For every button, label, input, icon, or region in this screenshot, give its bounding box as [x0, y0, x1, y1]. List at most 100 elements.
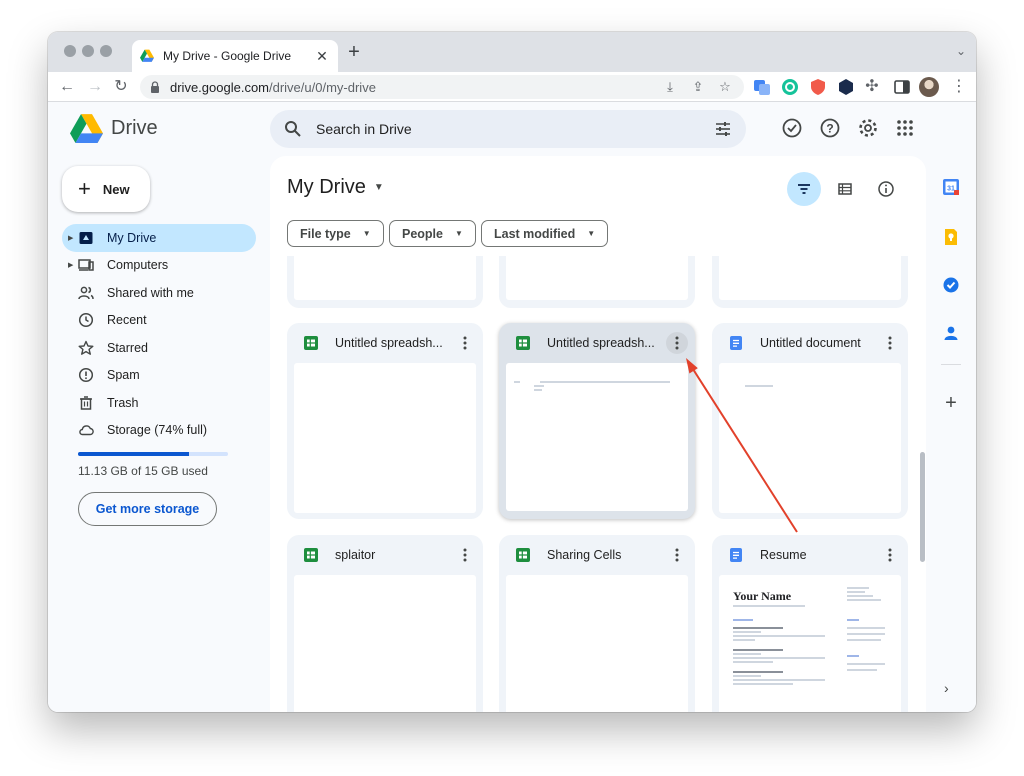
- more-actions-icon[interactable]: [454, 544, 476, 566]
- last-modified-filter-chip[interactable]: Last modified ▼: [481, 220, 609, 247]
- contacts-icon[interactable]: [942, 324, 960, 342]
- chip-label: File type: [300, 226, 351, 241]
- thumbnail-text-line: [745, 385, 773, 387]
- sidebar-item-label: My Drive: [107, 230, 157, 245]
- sidebar-item-spam[interactable]: Spam: [62, 362, 256, 390]
- file-card[interactable]: Untitled document: [712, 323, 908, 519]
- search-icon[interactable]: [284, 120, 302, 138]
- filter-view-button[interactable]: [787, 172, 821, 206]
- thumbnail-text-line: [847, 655, 859, 657]
- help-icon[interactable]: ?: [819, 117, 841, 139]
- sidebar-item-my-drive[interactable]: ▶ My Drive: [62, 224, 256, 252]
- sidebar-item-storage[interactable]: Storage (74% full): [62, 417, 256, 445]
- get-add-ons-plus-icon[interactable]: +: [942, 392, 960, 415]
- settings-gear-icon[interactable]: [857, 117, 879, 139]
- forward-arrow-icon[interactable]: →: [84, 76, 106, 98]
- tab-title: My Drive - Google Drive: [163, 49, 292, 63]
- share-icon[interactable]: ⇪: [690, 79, 706, 95]
- side-panel-icon[interactable]: [893, 78, 911, 96]
- page-title-dropdown[interactable]: My Drive ▼: [287, 176, 384, 199]
- more-actions-icon[interactable]: [666, 332, 688, 354]
- tab-close-icon[interactable]: ✕: [314, 48, 330, 65]
- file-card[interactable]: [712, 256, 908, 308]
- cube-extension-icon[interactable]: [837, 78, 855, 96]
- thumbnail-text-line: [733, 605, 805, 607]
- search-input[interactable]: Search in Drive: [316, 121, 714, 137]
- file-card-header: Untitled spreadsh...: [499, 323, 695, 363]
- zoom-window-button[interactable]: [100, 45, 112, 57]
- offline-ready-icon[interactable]: [781, 117, 803, 139]
- scrollbar-thumb[interactable]: [920, 452, 925, 562]
- file-card[interactable]: Untitled spreadsh...: [287, 323, 483, 519]
- install-app-icon[interactable]: ⤓: [662, 79, 678, 95]
- file-name: Untitled document: [760, 336, 861, 350]
- drive-logo[interactable]: Drive: [70, 114, 158, 143]
- calendar-icon[interactable]: 31: [942, 178, 960, 196]
- thumbnail-text-line: [847, 599, 881, 601]
- shield-extension-icon[interactable]: [809, 78, 827, 96]
- expand-caret-icon[interactable]: ▶: [68, 234, 73, 242]
- sheets-icon: [304, 336, 318, 350]
- browser-profile-avatar[interactable]: [919, 77, 939, 97]
- sidebar-item-trash[interactable]: Trash: [62, 389, 256, 417]
- browser-menu-icon[interactable]: ⋮: [948, 76, 970, 98]
- apps-grid-icon[interactable]: [894, 117, 916, 139]
- thumbnail-text-line: [847, 619, 859, 621]
- close-window-button[interactable]: [64, 45, 76, 57]
- file-card[interactable]: Resume Your Name: [712, 535, 908, 712]
- more-actions-icon[interactable]: [666, 544, 688, 566]
- sidebar-item-starred[interactable]: Starred: [62, 334, 256, 362]
- details-button[interactable]: [869, 172, 903, 206]
- more-actions-icon[interactable]: [454, 332, 476, 354]
- bookmark-star-icon[interactable]: ☆: [717, 79, 733, 95]
- new-button[interactable]: + New: [62, 166, 150, 212]
- more-actions-icon[interactable]: [879, 332, 901, 354]
- browser-tab[interactable]: My Drive - Google Drive ✕: [132, 40, 338, 72]
- reload-icon[interactable]: ↻: [110, 76, 132, 98]
- file-name: Resume: [760, 548, 807, 562]
- list-layout-button[interactable]: [828, 172, 862, 206]
- minimize-window-button[interactable]: [82, 45, 94, 57]
- tab-search-chevron-icon[interactable]: ⌄: [956, 44, 966, 58]
- file-card[interactable]: Sharing Cells: [499, 535, 695, 712]
- people-filter-chip[interactable]: People ▼: [389, 220, 476, 247]
- thumbnail-text-line: [733, 631, 761, 633]
- storage-meter: [78, 452, 228, 456]
- clock-icon: [78, 313, 94, 328]
- file-card[interactable]: [287, 256, 483, 308]
- star-icon: [78, 340, 94, 355]
- file-card-selected[interactable]: Untitled spreadsh...: [499, 323, 695, 519]
- file-card[interactable]: [499, 256, 695, 308]
- translate-extension-icon[interactable]: [753, 78, 771, 96]
- sidebar-item-computers[interactable]: ▶ Computers: [62, 252, 256, 280]
- sidebar-item-shared-with-me[interactable]: Shared with me: [62, 279, 256, 307]
- drive-app: Drive Search in Drive ? + New ▶ My Drive…: [48, 102, 976, 712]
- keep-icon[interactable]: [942, 228, 960, 246]
- tasks-icon[interactable]: [942, 276, 960, 294]
- thumbnail-text-line: [847, 663, 885, 665]
- lock-icon: [151, 81, 159, 93]
- thumbnail-text-line: [733, 657, 825, 659]
- main-content: My Drive ▼ File type ▼ People ▼ Last mod…: [270, 156, 926, 712]
- grammarly-extension-icon[interactable]: [781, 78, 799, 96]
- caret-down-icon: ▼: [373, 182, 384, 193]
- get-more-storage-button[interactable]: Get more storage: [78, 492, 217, 526]
- address-bar[interactable]: drive.google.com/drive/u/0/my-drive ⤓ ⇪ …: [140, 75, 744, 99]
- url-host: drive.google.com: [170, 79, 269, 95]
- sidebar-item-recent[interactable]: Recent: [62, 307, 256, 335]
- search-options-icon[interactable]: [714, 120, 732, 138]
- thumbnail-text-line: [847, 669, 877, 671]
- extensions-puzzle-icon[interactable]: ✣: [861, 76, 883, 98]
- file-card[interactable]: splaitor: [287, 535, 483, 712]
- thumbnail-text-line: [847, 627, 885, 629]
- more-actions-icon[interactable]: [879, 544, 901, 566]
- back-arrow-icon[interactable]: ←: [56, 76, 78, 98]
- expand-panel-chevron-icon[interactable]: ›: [944, 680, 949, 696]
- docs-icon: [730, 336, 742, 350]
- search-bar[interactable]: Search in Drive: [270, 110, 746, 148]
- new-tab-button[interactable]: +: [344, 42, 364, 62]
- expand-caret-icon[interactable]: ▶: [68, 261, 73, 269]
- thumbnail-text-line: [733, 627, 783, 629]
- file-name: Untitled spreadsh...: [547, 336, 655, 350]
- file-type-filter-chip[interactable]: File type ▼: [287, 220, 384, 247]
